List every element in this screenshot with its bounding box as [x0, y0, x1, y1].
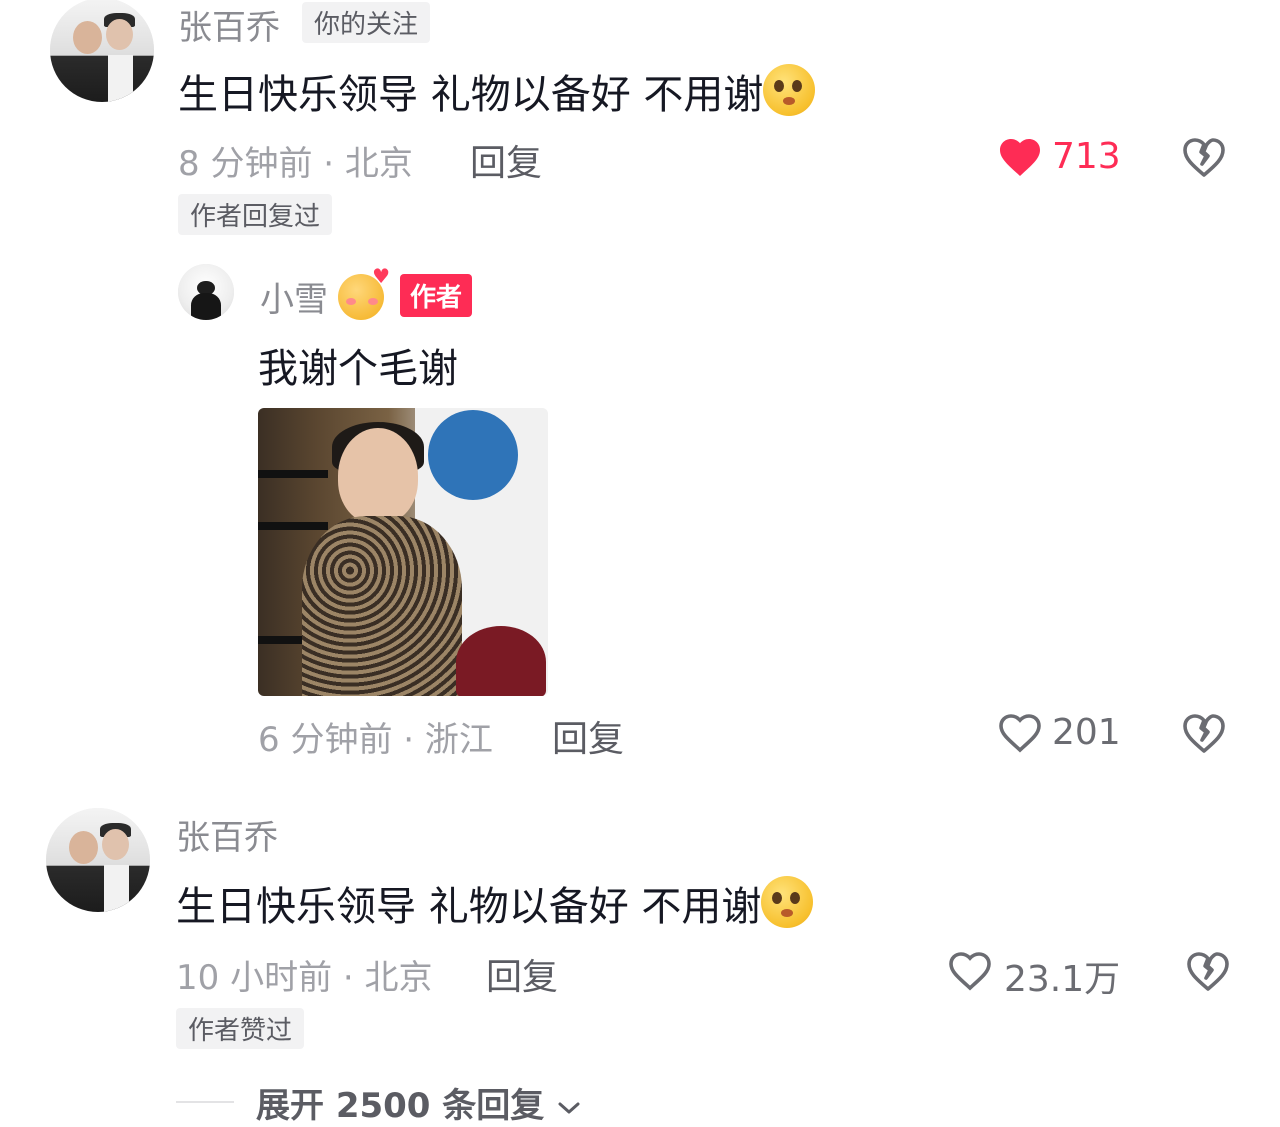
heart-filled-icon[interactable]	[996, 134, 1044, 178]
follow-tag: 你的关注	[302, 2, 431, 43]
kiss-face-emoji-icon	[761, 876, 814, 928]
reply-button[interactable]: 回复	[470, 134, 542, 186]
reply-username[interactable]: 小雪	[260, 272, 328, 321]
expand-replies-label: 展开 2500 条回复	[256, 1086, 545, 1126]
kiss-face-emoji-icon	[763, 64, 816, 116]
reply-button[interactable]: 回复	[486, 948, 558, 1000]
comment-text: 生日快乐领导 礼物以备好 不用谢	[176, 874, 814, 932]
expand-divider	[176, 1101, 234, 1103]
reply-text: 我谢个毛谢	[258, 346, 458, 392]
avatar[interactable]	[50, 0, 154, 102]
like-count: 23.1万	[1004, 959, 1121, 1000]
chevron-down-icon	[558, 1102, 580, 1113]
like-count: 713	[1052, 136, 1121, 177]
comment-text-content: 生日快乐领导 礼物以备好 不用谢	[176, 884, 762, 930]
broken-heart-icon[interactable]	[1184, 948, 1232, 992]
like-count: 201	[1052, 712, 1121, 753]
comment-text-content: 生日快乐领导 礼物以备好 不用谢	[178, 72, 764, 118]
author-badge: 作者	[400, 274, 473, 317]
heart-outline-icon[interactable]	[946, 948, 994, 992]
comment-username[interactable]: 张百乔	[176, 810, 278, 859]
comment-time-location: 8 分钟前 · 北京	[178, 144, 413, 184]
comment-username[interactable]: 张百乔	[178, 0, 280, 49]
heart-outline-icon[interactable]	[996, 710, 1044, 754]
reply-image[interactable]	[258, 408, 548, 696]
smiling-hearts-emoji-icon	[338, 264, 390, 320]
avatar[interactable]	[46, 808, 150, 912]
author-replied-tag: 作者回复过	[178, 194, 333, 235]
comment-time-location: 10 小时前 · 北京	[176, 958, 433, 998]
broken-heart-icon[interactable]	[1180, 134, 1228, 178]
reply-button[interactable]: 回复	[552, 710, 624, 762]
reply-time-location: 6 分钟前 · 浙江	[258, 720, 493, 760]
reply-avatar[interactable]	[178, 264, 234, 320]
broken-heart-icon[interactable]	[1180, 710, 1228, 754]
author-liked-tag: 作者赞过	[176, 1008, 305, 1049]
comment-text: 生日快乐领导 礼物以备好 不用谢	[178, 62, 816, 120]
